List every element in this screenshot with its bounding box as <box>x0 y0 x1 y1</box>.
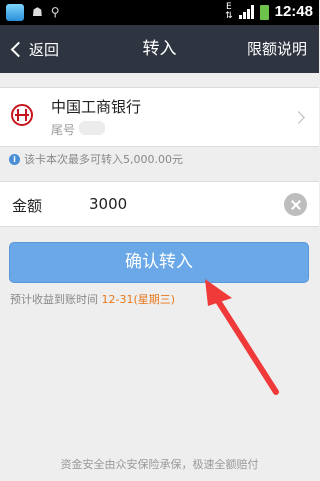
info-icon: i <box>9 153 20 165</box>
card-tail-label: 尾号 <box>51 123 76 137</box>
insurance-footer-note: 资金安全由众安保险承保，极速全额赔付 <box>60 458 259 471</box>
icbc-logo-icon <box>11 104 33 126</box>
earnings-arrival-estimate: 预计收益到账时间 12-31(星期三) <box>10 291 175 307</box>
confirm-transfer-button[interactable]: 确认转入 <box>9 242 309 283</box>
limit-info: i 该卡本次最多可转入5,000.00元 <box>9 151 183 167</box>
title-bar: 转入 返回 限额说明 <box>0 25 319 73</box>
android-icon: ☗ <box>32 5 43 19</box>
chevron-right-icon <box>292 111 305 124</box>
status-time: 12:48 <box>274 3 313 20</box>
bank-card-selector[interactable]: 中国工商银行 尾号 <box>0 87 319 147</box>
battery-icon <box>259 4 269 20</box>
usb-icon: ⚲ <box>50 5 60 19</box>
clear-input-button[interactable] <box>284 193 307 216</box>
limit-note: 该卡本次最多可转入5,000.00元 <box>24 153 183 166</box>
estimate-date: 12-31(星期三) <box>101 293 176 306</box>
chevron-left-icon <box>10 41 27 57</box>
back-button[interactable]: 返回 <box>10 25 59 73</box>
data-network-icon: E ⇅ <box>225 2 233 21</box>
amount-input[interactable]: 3000 <box>89 195 127 213</box>
amount-label: 金额 <box>12 197 43 215</box>
limit-explanation-link[interactable]: 限额说明 <box>247 25 307 73</box>
estimate-prefix: 预计收益到账时间 <box>10 293 98 306</box>
signal-icon <box>238 5 254 19</box>
amount-row: 金额 3000 <box>0 181 319 227</box>
bank-name: 中国工商银行 <box>51 98 142 116</box>
back-label: 返回 <box>29 40 60 59</box>
card-tail-number-redacted <box>79 121 105 135</box>
app-notification-icon <box>6 4 24 21</box>
status-bar: ☗ ⚲ E ⇅ 12:48 <box>0 0 319 25</box>
